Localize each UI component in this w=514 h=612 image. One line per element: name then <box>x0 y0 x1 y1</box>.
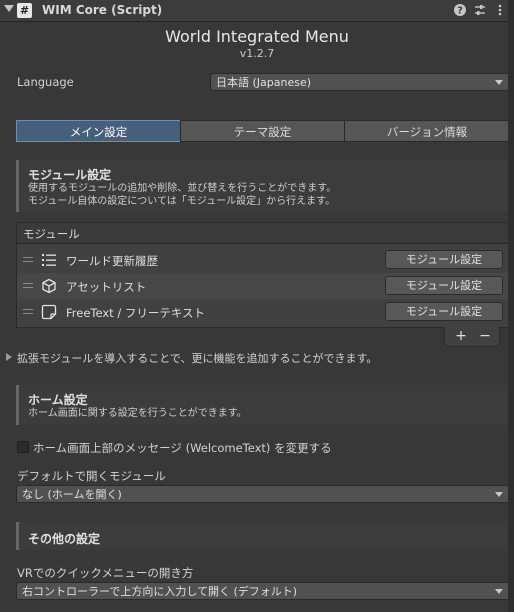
presets-icon[interactable] <box>473 3 487 17</box>
module-settings-button[interactable]: モジュール設定 <box>385 302 503 321</box>
module-name: FreeText / フリーテキスト <box>66 306 206 320</box>
welcome-text-label[interactable]: ホーム画面上部のメッセージ (WelcomeText) を変更する <box>33 440 332 456</box>
module-name: アセットリスト <box>66 280 147 294</box>
tab-theme-settings[interactable]: テーマ設定 <box>180 120 345 142</box>
svg-text:?: ? <box>457 6 463 17</box>
chevron-down-icon <box>495 492 503 497</box>
extension-foldout-label[interactable]: 拡張モジュールを導入することで、更に機能を追加することができます。 <box>17 350 377 366</box>
vr-quickmenu-dropdown[interactable]: 右コントローラーで上方向に入力して開く (デフォルト) <box>16 582 510 600</box>
vr-quickmenu-label: VRでのクイックメニューの開き方 <box>17 566 194 580</box>
list-item[interactable]: アセットリスト モジュール設定 <box>17 273 509 299</box>
help-icon[interactable]: ? <box>453 3 467 17</box>
tab-main-settings[interactable]: メイン設定 <box>16 120 181 142</box>
more-menu-icon[interactable] <box>493 3 507 17</box>
default-module-dropdown[interactable]: なし (ホームを開く) <box>16 485 510 503</box>
foldout-arrow-icon[interactable] <box>4 5 14 12</box>
default-module-label: デフォルトで開くモジュール <box>17 469 166 483</box>
module-list: モジュール ワールド更新履歴 モジュール設定 アセットリスト モジュール設定 F… <box>16 222 510 328</box>
module-list-header: モジュール <box>17 223 509 244</box>
menu-title: World Integrated Menu <box>165 27 349 46</box>
cube-icon <box>41 278 57 294</box>
language-selected: 日本語 (Japanese) <box>216 76 312 89</box>
language-dropdown[interactable]: 日本語 (Japanese) <box>210 73 510 91</box>
module-name: ワールド更新履歴 <box>66 254 158 268</box>
module-settings-desc-2: モジュール自体の設定については「モジュール設定」から行えます。 <box>28 196 336 207</box>
drag-handle-icon[interactable] <box>23 309 33 314</box>
vr-quickmenu-selected: 右コントローラーで上方向に入力して開く (デフォルト) <box>22 585 298 598</box>
inspector-scrollbar[interactable] <box>508 0 514 612</box>
note-icon <box>41 304 57 320</box>
module-settings-button[interactable]: モジュール設定 <box>385 276 503 295</box>
list-footer: + − <box>444 327 500 347</box>
other-settings-title: その他の設定 <box>28 532 101 546</box>
remove-module-button[interactable]: − <box>475 328 495 344</box>
component-title: WIM Core (Script) <box>42 3 163 17</box>
foldout-arrow-icon[interactable] <box>6 353 12 361</box>
version-label: v1.2.7 <box>239 47 275 60</box>
module-settings-button[interactable]: モジュール設定 <box>385 250 503 269</box>
home-settings-title: ホーム設定 <box>28 393 88 407</box>
module-settings-title: モジュール設定 <box>28 168 112 182</box>
drag-handle-icon[interactable] <box>23 283 33 288</box>
list-item[interactable]: FreeText / フリーテキスト モジュール設定 <box>17 299 509 325</box>
chevron-down-icon <box>495 589 503 594</box>
default-module-selected: なし (ホームを開く) <box>22 488 122 501</box>
chevron-down-icon <box>495 80 503 85</box>
language-label: Language <box>17 75 74 89</box>
welcome-text-checkbox[interactable] <box>17 441 29 453</box>
list-icon <box>41 252 57 268</box>
script-icon: # <box>17 3 32 18</box>
list-item[interactable]: ワールド更新履歴 モジュール設定 <box>17 247 509 273</box>
module-list-header-label: モジュール <box>23 227 80 241</box>
drag-handle-icon[interactable] <box>23 257 33 262</box>
tab-version-info[interactable]: バージョン情報 <box>344 120 510 142</box>
add-module-button[interactable]: + <box>451 328 471 344</box>
home-settings-desc: ホーム画面に関する設定を行うことができます。 <box>28 408 247 419</box>
module-settings-desc-1: 使用するモジュールの追加や削除、並び替えを行うことができます。 <box>28 183 337 194</box>
